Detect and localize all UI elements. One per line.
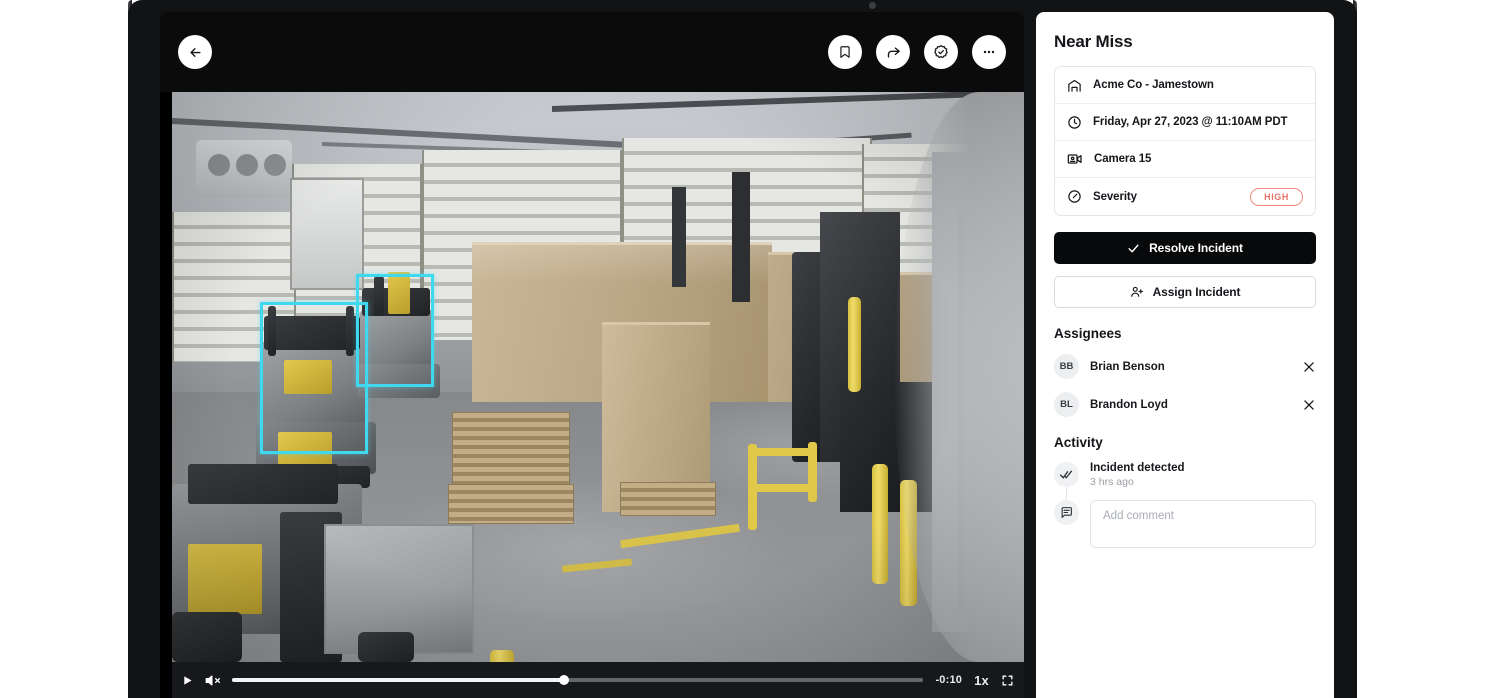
camera-name: Camera 15 (1094, 153, 1151, 165)
forklift-3-wheel (172, 612, 242, 662)
forklift-detection-box-1 (260, 302, 368, 454)
gauge-icon (1067, 189, 1082, 204)
camera-icon (1067, 151, 1083, 167)
fullscreen-button[interactable] (1001, 674, 1014, 687)
back-arrow-icon (188, 45, 203, 60)
status-badge: HIGH (1250, 188, 1303, 206)
comment-badge (1054, 500, 1079, 525)
assignee-row: BL Brandon Loyd (1054, 392, 1316, 417)
video-toolbar (160, 12, 1024, 92)
mute-button[interactable] (205, 673, 220, 688)
share-button[interactable] (876, 35, 910, 69)
share-icon (886, 45, 901, 60)
close-icon (1302, 360, 1316, 374)
forklift-3-wheel (358, 632, 414, 662)
incident-detail-panel: Near Miss Acme Co - Jamestown Friday, Ap… (1036, 12, 1334, 698)
play-button[interactable] (182, 674, 193, 687)
toolbar-actions (828, 35, 1006, 69)
activity-list: Incident detected 3 hrs ago (1054, 462, 1316, 548)
close-icon (1302, 398, 1316, 412)
safety-bollard (490, 650, 514, 662)
more-options-icon (981, 44, 997, 60)
assign-incident-button[interactable]: Assign Incident (1054, 276, 1316, 308)
info-row-timestamp: Friday, Apr 27, 2023 @ 11:10AM PDT (1055, 104, 1315, 141)
wood-pallet-stack (452, 412, 570, 492)
assign-incident-label: Assign Incident (1153, 285, 1241, 299)
playback-rate-button[interactable]: 1x (974, 673, 989, 688)
activity-item: Incident detected 3 hrs ago (1054, 462, 1316, 488)
safety-bollard (848, 297, 861, 392)
activity-timestamp: 3 hrs ago (1090, 476, 1185, 488)
info-row-camera: Camera 15 (1055, 141, 1315, 178)
site-name: Acme Co - Jamestown (1093, 79, 1214, 91)
device-camera-dot (869, 2, 876, 9)
resolve-incident-label: Resolve Incident (1149, 241, 1243, 255)
fan-icon (236, 154, 258, 176)
time-remaining: -0:10 (935, 674, 962, 686)
player-controls: -0:10 1x (172, 662, 1024, 698)
volume-muted-icon (205, 673, 220, 688)
wood-pallet-stack (448, 484, 574, 524)
safety-bollard (872, 464, 888, 584)
info-row-site: Acme Co - Jamestown (1055, 67, 1315, 104)
assignee-row: BB Brian Benson (1054, 354, 1316, 379)
fullscreen-icon (1001, 674, 1014, 687)
bookmark-button[interactable] (828, 35, 862, 69)
avatar: BL (1054, 392, 1079, 417)
rack-upright (672, 187, 686, 287)
forklift-3-load (188, 544, 262, 614)
comment-input[interactable] (1090, 500, 1316, 548)
fan-icon (208, 154, 230, 176)
play-icon (182, 674, 193, 687)
avatar: BB (1054, 354, 1079, 379)
scrubber-progress (232, 678, 564, 682)
comment-icon (1060, 506, 1073, 519)
warehouse-camera-feed (172, 92, 1024, 662)
rack-upright (732, 172, 750, 302)
guardrail-rail (748, 484, 814, 492)
bookmark-icon (838, 45, 852, 59)
wood-pallet-stack (620, 482, 716, 516)
double-check-icon (1060, 468, 1073, 481)
guardrail-post (808, 442, 817, 502)
video-player[interactable]: -0:10 1x (172, 92, 1024, 698)
pallet-wrap (472, 242, 772, 312)
incident-timestamp: Friday, Apr 27, 2023 @ 11:10AM PDT (1093, 116, 1287, 128)
fan-icon (264, 154, 286, 176)
check-icon (1127, 242, 1140, 255)
video-stage: -0:10 1x (160, 12, 1024, 698)
assignee-name: Brandon Loyd (1090, 399, 1168, 411)
assignees-heading: Assignees (1054, 326, 1316, 341)
tablet-device: -0:10 1x Near Miss Acme Co - Jamestown (128, 0, 1357, 698)
double-check-badge (1054, 462, 1079, 487)
verified-badge-icon (933, 44, 949, 60)
warehouse-icon (1067, 78, 1082, 93)
info-row-severity: Severity HIGH (1055, 178, 1315, 215)
remove-assignee-button[interactable] (1302, 360, 1316, 374)
video-scrubber[interactable] (232, 678, 923, 682)
warehouse-door (290, 178, 364, 290)
resolve-incident-button[interactable]: Resolve Incident (1054, 232, 1316, 264)
back-button[interactable] (178, 35, 212, 69)
severity-label: Severity (1093, 191, 1137, 203)
incident-info-card: Acme Co - Jamestown Friday, Apr 27, 2023… (1054, 66, 1316, 216)
add-person-icon (1130, 285, 1144, 299)
page-title: Near Miss (1054, 32, 1316, 52)
remove-assignee-button[interactable] (1302, 398, 1316, 412)
forklift-detection-box-2 (356, 274, 434, 387)
guardrail-rail (748, 448, 816, 456)
clock-icon (1067, 115, 1082, 130)
scrubber-handle[interactable] (559, 675, 569, 685)
more-options-button[interactable] (972, 35, 1006, 69)
activity-heading: Activity (1054, 435, 1316, 450)
forklift-3-canopy (188, 464, 338, 504)
assignee-name: Brian Benson (1090, 361, 1165, 373)
activity-title: Incident detected (1090, 462, 1185, 474)
comment-composer (1054, 500, 1316, 548)
verify-button[interactable] (924, 35, 958, 69)
